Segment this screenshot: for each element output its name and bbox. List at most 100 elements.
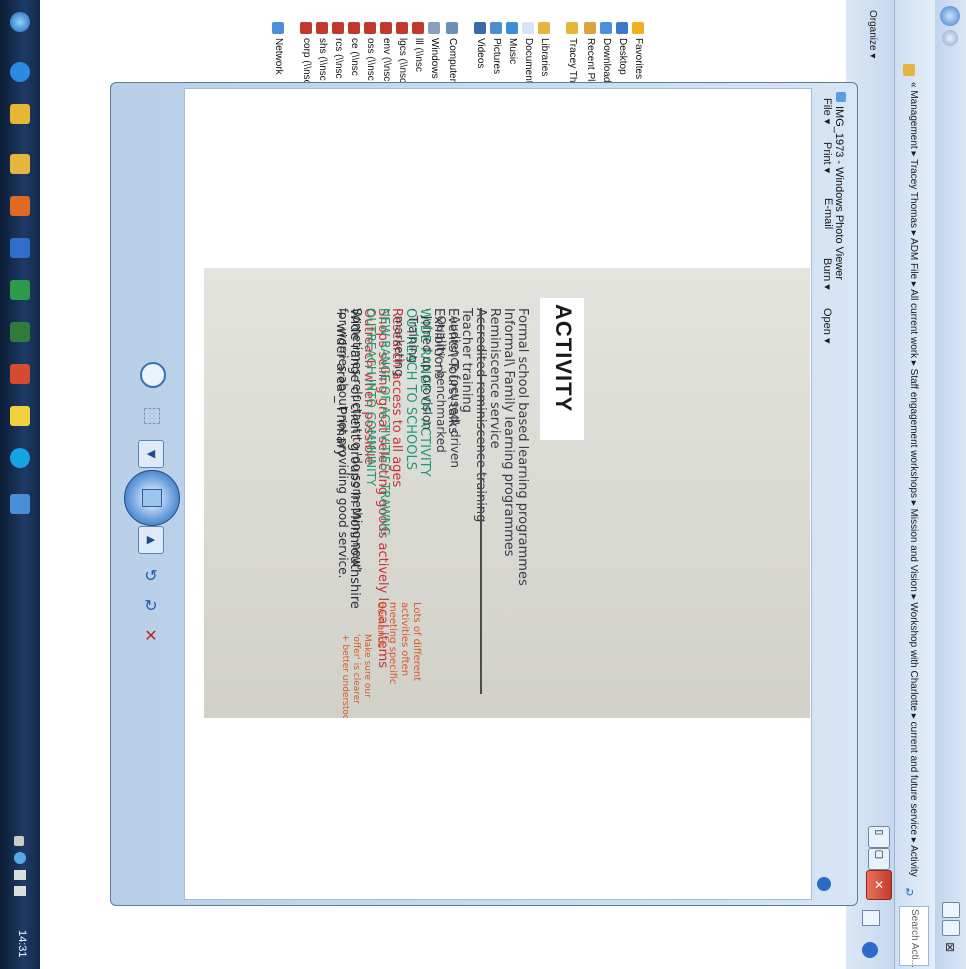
menu-burn[interactable]: Burn ▾ xyxy=(821,258,834,290)
forward-arrow-icon[interactable] xyxy=(942,30,958,46)
playback-controls: ◀ ▶ ↺ ↻ ✕ xyxy=(118,96,184,896)
photo-line: · Training xyxy=(406,308,420,363)
nav-item-label: env (\\nsc xyxy=(381,38,392,82)
menu-email[interactable]: E-mail xyxy=(822,198,834,229)
close-button[interactable]: ✕ xyxy=(866,870,892,900)
drive-icon xyxy=(428,22,440,34)
nav-item-label: Favorites xyxy=(633,38,644,80)
nav-item-label: Music xyxy=(507,38,518,65)
volume-tray-icon[interactable] xyxy=(14,886,26,896)
nav-item-label: Videos xyxy=(475,38,486,69)
preview-pane-icon[interactable] xyxy=(862,910,880,926)
photo-heading: ACTIVITY xyxy=(551,304,576,413)
network-tray-icon[interactable] xyxy=(14,870,26,880)
network-drive-icon xyxy=(300,22,312,34)
skype-icon[interactable] xyxy=(6,402,34,430)
explorer-title-bar: ⊠ xyxy=(934,0,966,969)
documents-icon xyxy=(522,22,534,34)
organize-button[interactable]: Organize ▾ xyxy=(867,10,878,58)
photo-line: · marketing xyxy=(392,308,406,377)
photo-line: · Audience focused\ driven xyxy=(448,308,462,469)
nav-item-label: Network xyxy=(273,38,284,75)
help-icon[interactable] xyxy=(817,877,831,891)
nav-item-label: ce (\\nsc xyxy=(349,38,360,76)
photo-note: activities often xyxy=(399,602,410,677)
previous-button[interactable]: ◀ xyxy=(138,440,164,468)
minimize-button[interactable]: ▭ xyxy=(868,826,890,848)
search-input[interactable]: Search Acti... xyxy=(899,906,929,968)
slideshow-icon xyxy=(142,489,162,507)
network-drive-icon xyxy=(348,22,360,34)
nav-item-label: Windows xyxy=(429,38,440,79)
explorer-icon[interactable] xyxy=(6,100,34,128)
divider-line xyxy=(480,308,482,694)
photo-note: Lots of different xyxy=(411,602,422,682)
libraries-icon xyxy=(538,22,550,34)
nav-item-label: lll (\\nsc xyxy=(413,38,424,72)
photo-line: Reminiscence service xyxy=(487,308,502,449)
zoom-icon[interactable] xyxy=(140,362,166,388)
taskbar: 14:31 xyxy=(0,0,40,969)
outlook-icon[interactable] xyxy=(6,192,34,220)
minimize-icon[interactable] xyxy=(942,902,960,918)
back-arrow-icon[interactable] xyxy=(940,6,960,26)
slideshow-button[interactable] xyxy=(124,470,180,526)
help-icon[interactable] xyxy=(862,942,878,958)
nav-item-label: corp (\\nsc xyxy=(301,38,312,85)
photo-line: Sometimes reluctant to 'do something new… xyxy=(350,308,364,571)
photo-note: meeting specific xyxy=(387,602,398,685)
clock[interactable]: 14:31 xyxy=(16,930,28,958)
network-drive-icon xyxy=(380,22,392,34)
desktop-icon xyxy=(616,22,628,34)
folder-icon xyxy=(903,64,915,76)
network-drive-icon xyxy=(332,22,344,34)
tray-arrow-icon[interactable] xyxy=(14,836,24,846)
maximize-icon[interactable] xyxy=(942,920,960,936)
music-icon xyxy=(506,22,518,34)
recent-places-icon xyxy=(584,22,596,34)
network-drive-icon xyxy=(396,22,408,34)
photo-note: 'offer' is clearer xyxy=(351,634,361,705)
sticky-notes-icon[interactable] xyxy=(6,360,34,388)
nav-item-label: Desktop xyxy=(617,38,628,75)
actual-size-icon[interactable] xyxy=(144,408,160,424)
delete-icon[interactable]: ✕ xyxy=(142,626,160,645)
start-orb-icon[interactable] xyxy=(6,8,34,36)
photo-note: Make sure our xyxy=(362,634,372,698)
menu-print[interactable]: Print ▾ xyxy=(821,142,834,173)
network-drive-icon xyxy=(364,22,376,34)
photo-viewer-icon[interactable] xyxy=(6,444,34,472)
folder-icon[interactable] xyxy=(6,150,34,178)
rotate-clockwise-icon[interactable]: ↻ xyxy=(142,596,160,615)
photo-line: NEW RANGE OF ACTIVITIES / TRAWNG xyxy=(378,308,392,536)
photo-note: + better understood. xyxy=(340,634,350,718)
skype-tray-icon[interactable] xyxy=(14,852,26,864)
photo-line: OUTREACH INTO COMMUNITY xyxy=(364,308,378,487)
breadcrumb[interactable]: « Management ▸ Tracey Thomas ▸ ADM File … xyxy=(908,82,919,877)
nav-item-label: Downloads xyxy=(601,38,612,88)
photo-line: · Joined up provision xyxy=(420,308,434,430)
network-drive-icon xyxy=(316,22,328,34)
next-button[interactable]: ▶ xyxy=(138,526,164,554)
maximize-button[interactable]: ▢ xyxy=(868,848,890,870)
folder-icon xyxy=(566,22,578,34)
photo-note: demands xyxy=(375,602,386,649)
refresh-icon[interactable]: ↻ xyxy=(905,886,919,902)
rotate-counterclockwise-icon[interactable]: ↺ xyxy=(142,566,160,585)
address-bar[interactable]: « Management ▸ Tracey Thomas ▸ ADM File … xyxy=(894,0,935,969)
powerpoint-icon[interactable] xyxy=(6,318,34,346)
menu-file[interactable]: File ▾ xyxy=(821,98,834,124)
menu-open[interactable]: Open ▾ xyxy=(821,308,834,344)
photo-line: Formal school based learning programmes xyxy=(515,308,530,586)
nav-item-label: rcs (\\nsc xyxy=(333,38,344,79)
network-icon xyxy=(272,22,284,34)
word-icon[interactable] xyxy=(6,234,34,262)
paint-icon[interactable] xyxy=(6,490,34,518)
photo-line: · Quality - benchmarked xyxy=(434,308,448,453)
nav-item-label: shs (\\nsc xyxy=(317,38,328,81)
videos-icon xyxy=(474,22,486,34)
excel-icon[interactable] xyxy=(6,276,34,304)
ie-icon[interactable] xyxy=(6,58,34,86)
close-icon[interactable]: ⊠ xyxy=(942,940,958,958)
viewer-menu-bar: File ▾ Print ▾ E-mail Burn ▾ Open ▾ xyxy=(812,88,842,898)
